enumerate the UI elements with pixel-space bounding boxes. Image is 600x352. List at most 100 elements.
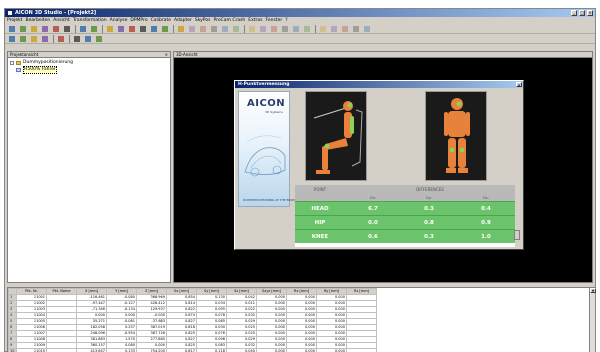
results-row-head: HEAD 6.7 0.3 0.4 (295, 201, 515, 215)
points-button[interactable] (18, 34, 27, 43)
view4-icon (139, 25, 146, 32)
menu-extras[interactable]: Extras (248, 18, 262, 23)
menu-dpmpro[interactable]: DPMPro (130, 18, 147, 23)
menu-bearbeiten[interactable]: Bearbeiten (26, 18, 51, 23)
open-icon (19, 25, 26, 32)
menu-ansicht[interactable]: Ansicht (53, 18, 70, 23)
project-pane-header: Projektansicht × (8, 52, 170, 58)
toolbar-separator (69, 34, 70, 43)
tool11-button[interactable] (291, 24, 300, 33)
menu-adapter[interactable]: Adapter (174, 18, 192, 23)
settings-icon (95, 35, 102, 42)
table-cell: 754.200 (136, 348, 167, 352)
tool9-icon (270, 25, 277, 32)
view1-icon (106, 25, 113, 32)
table-scrollbar[interactable]: ▲ (589, 288, 596, 352)
tool4-button[interactable] (209, 24, 218, 33)
tree-expander-icon[interactable] (10, 61, 14, 65)
save-button[interactable] (29, 24, 38, 33)
h-point-dialog: H-Punktvermessung × AICON 3D Systems DUM… (234, 80, 524, 250)
tool1-button[interactable] (176, 24, 185, 33)
table-row[interactable]: 10 11010 413.647 0.133 754.200 0.817 0.118 0.04… (8, 348, 377, 352)
brush-button[interactable] (89, 24, 98, 33)
app-icon (7, 10, 13, 16)
menu-analyse[interactable]: Analyse (110, 18, 128, 23)
minimize-button[interactable]: _ (571, 10, 577, 16)
points-table-container: Pkt. Nr. Pkt. Name X [mm] Y [mm] Z [mm] Sx [m… (7, 287, 595, 352)
table-cell (346, 348, 377, 352)
play-button[interactable] (72, 34, 81, 43)
dialog-title-bar[interactable]: H-Punktvermessung × (235, 81, 523, 88)
view4-button[interactable] (138, 24, 147, 33)
menu-transformation[interactable]: Transformation (73, 18, 107, 23)
project-pane-close-button[interactable]: × (165, 52, 168, 58)
project-tree: Dummypositionierung H500% Fahrer (8, 58, 170, 76)
tool16-button[interactable] (351, 24, 360, 33)
row-number[interactable]: 10 (8, 348, 17, 352)
view3-icon (128, 25, 135, 32)
menu-procam-crash[interactable]: ProCam Crash (213, 18, 245, 23)
tool14-button[interactable] (329, 24, 338, 33)
3d-view-title: 3D-Ansicht (176, 52, 198, 57)
tool5-button[interactable] (220, 24, 229, 33)
view5-icon (150, 25, 157, 32)
tool6-button[interactable] (231, 24, 240, 33)
delete-button[interactable] (62, 24, 71, 33)
menu-fenster[interactable]: Fenster (266, 18, 283, 23)
tool3-button[interactable] (198, 24, 207, 33)
tool8-button[interactable] (258, 24, 267, 33)
results-point: HIP (314, 220, 326, 226)
tool12-button[interactable] (302, 24, 311, 33)
open-button[interactable] (18, 24, 27, 33)
close-button[interactable]: × (587, 10, 593, 16)
frame-button[interactable] (78, 24, 87, 33)
settings-button[interactable] (94, 34, 103, 43)
menu-help[interactable]: ? (285, 18, 287, 23)
print-button[interactable] (40, 24, 49, 33)
tool13-icon (319, 25, 326, 32)
results-row-knee: KNEE 0.6 0.3 1.0 (295, 229, 515, 243)
scroll-up-arrow-icon[interactable]: ▲ (590, 288, 596, 293)
tool9-button[interactable] (269, 24, 278, 33)
table-cell: 11010 (16, 348, 47, 352)
grid-button[interactable] (40, 34, 49, 43)
view2-icon (117, 25, 124, 32)
title-bar[interactable]: AICON 3D Studio - [Projekt2] _ □ × (5, 9, 595, 17)
menu-skypos[interactable]: SkyPos (195, 18, 211, 23)
tool7-button[interactable] (247, 24, 256, 33)
pause-button[interactable] (83, 34, 92, 43)
view6-button[interactable] (160, 24, 169, 33)
toolbar-separator (53, 34, 54, 43)
view3-button[interactable] (127, 24, 136, 33)
results-dy: 0.3 (424, 206, 434, 212)
play-icon (73, 35, 80, 42)
tree-item-h500-fahrer[interactable]: H500% Fahrer (10, 66, 168, 74)
tool13-button[interactable] (318, 24, 327, 33)
tool2-button[interactable] (187, 24, 196, 33)
maximize-button[interactable]: □ (579, 10, 585, 16)
run-button[interactable] (7, 34, 16, 43)
view5-button[interactable] (149, 24, 158, 33)
points-icon (19, 35, 26, 42)
tool16-icon (352, 25, 359, 32)
new-button[interactable] (7, 24, 16, 33)
dialog-close-button[interactable]: × (516, 82, 522, 88)
view1-button[interactable] (105, 24, 114, 33)
tool17-icon (363, 25, 370, 32)
dialog-side-handle[interactable] (514, 230, 520, 240)
menu-calibrate[interactable]: Calibrate (151, 18, 171, 23)
results-subheader-dy: Dy: (426, 196, 432, 200)
menu-projekt[interactable]: Projekt (7, 18, 23, 23)
tool4-icon (210, 25, 217, 32)
toolbar-separator (75, 24, 76, 33)
side-view-figure (305, 91, 367, 181)
view2-button[interactable] (116, 24, 125, 33)
network-button[interactable] (29, 34, 38, 43)
tool17-button[interactable] (362, 24, 371, 33)
monitor-button[interactable] (56, 34, 65, 43)
tool10-button[interactable] (280, 24, 289, 33)
cut-button[interactable] (51, 24, 60, 33)
network-icon (30, 35, 37, 42)
results-point: HEAD (311, 206, 329, 212)
tool15-button[interactable] (340, 24, 349, 33)
